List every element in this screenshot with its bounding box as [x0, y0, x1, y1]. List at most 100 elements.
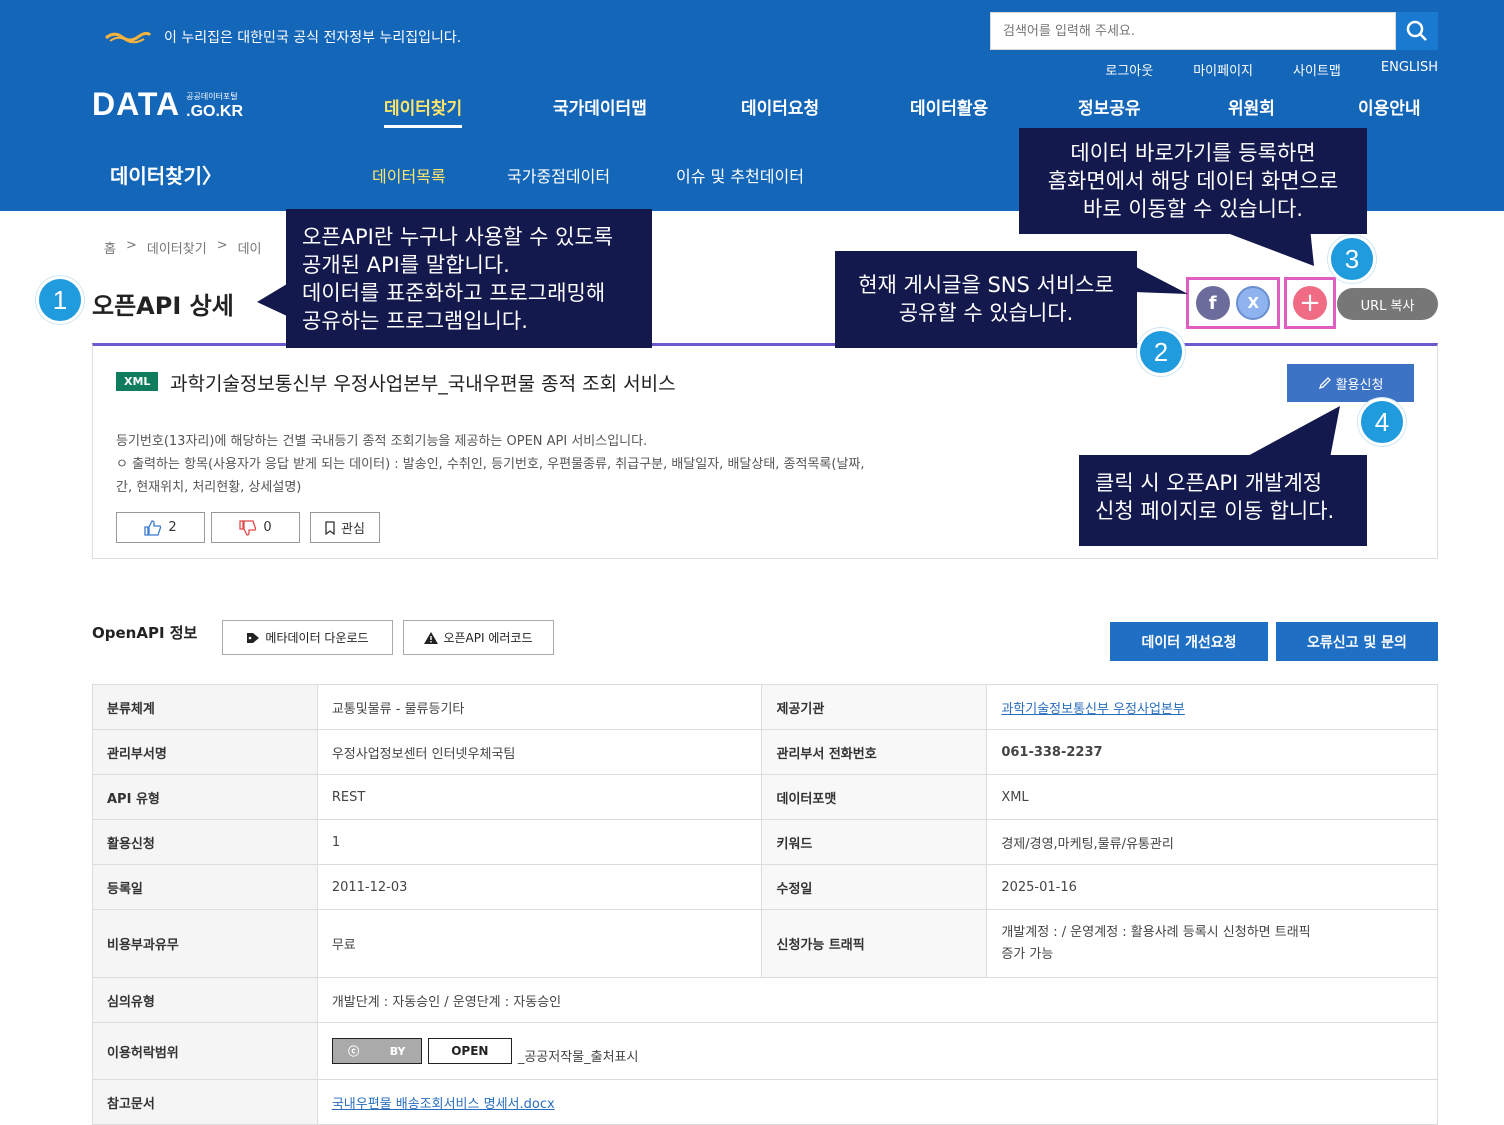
reference-doc-link[interactable]: 국내우편물 배송조회서비스 명세서.docx [332, 1097, 555, 1112]
sitemap-link[interactable]: 사이트맵 [1293, 60, 1341, 79]
facebook-share-button[interactable]: f [1195, 286, 1230, 320]
page-title: 오픈API 상세 [92, 292, 234, 320]
utility-links: 로그아웃 마이페이지 사이트맵 ENGLISH [1065, 60, 1438, 79]
table-row: 참고문서 국내우편물 배송조회서비스 명세서.docx [92, 1079, 1439, 1125]
table-row: 심의유형 개발단계 : 자동승인 / 운영단계 : 자동승인 [92, 977, 1439, 1023]
cc-license-icon: ⓒ BY [331, 1038, 422, 1064]
apply-label: 활용신청 [1335, 377, 1384, 393]
search-box [990, 12, 1396, 50]
pencil-icon [1318, 377, 1331, 390]
callout-line: 클릭 시 오픈API 개발계정 [1095, 471, 1323, 495]
metadata-download-button[interactable]: 메타데이터 다운로드 [222, 620, 393, 655]
table-row: 비용부과유무 무료 신청가능 트래픽 개발계정 : / 운영계정 : 활용사례 … [92, 909, 1438, 978]
search-input[interactable] [991, 13, 1395, 49]
table-header-cell: 활용신청 [92, 819, 318, 865]
table-header-cell: 키워드 [761, 819, 988, 865]
table-row: 이용허락범위 ⓒ BY OPEN _공공저작물_출처표시 [92, 1022, 1439, 1080]
table-row: 등록일 2011-12-03 수정일 2025-01-16 [92, 864, 1438, 910]
table-cell: 무료 [316, 909, 763, 978]
callout-sns: 현재 게시글을 SNS 서비스로 공유할 수 있습니다. [835, 251, 1137, 348]
like-count: 2 [168, 520, 177, 535]
error-report-button[interactable]: 오류신고 및 문의 [1276, 622, 1438, 661]
nav-national-data-map[interactable]: 국가데이터맵 [553, 94, 647, 119]
table-cell: 경제/경영,마케팅,물류/유통관리 [986, 819, 1438, 865]
provider-link[interactable]: 과학기술정보통신부 우정사업본부 [1001, 702, 1185, 717]
section-title: 데이터찾기〉 [110, 164, 222, 188]
callout-line: 공유하는 프로그램입니다. [302, 309, 528, 333]
gov-notice-text: 이 누리집은 대한민국 공식 전자정부 누리집입니다. [164, 30, 462, 46]
callout-openapi: 오픈API란 누구나 사용할 수 있도록 공개된 API를 말합니다. 데이터를… [286, 209, 652, 348]
table-header-cell: 데이터포맷 [761, 774, 988, 820]
search-icon [1406, 20, 1427, 41]
table-cell: 우정사업정보센터 인터넷우체국팀 [316, 729, 763, 775]
mypage-link[interactable]: 마이페이지 [1193, 60, 1253, 79]
search-button[interactable] [1396, 12, 1438, 50]
breadcrumb-home[interactable]: 홈 [104, 238, 116, 257]
cc-mark-icon: ⓒ [348, 1045, 360, 1058]
table-row: 관리부서명 우정사업정보센터 인터넷우체국팀 관리부서 전화번호 061-338… [92, 729, 1438, 775]
sns-share-group: f X [1186, 277, 1280, 329]
english-link[interactable]: ENGLISH [1381, 60, 1438, 79]
breadcrumb-current[interactable]: 데이 [238, 238, 262, 257]
subnav-issue-recommend[interactable]: 이슈 및 추천데이터 [676, 163, 804, 187]
error-code-button[interactable]: 오픈API 에러코드 [403, 620, 554, 655]
callout-shortcut: 데이터 바로가기를 등록하면 홈화면에서 해당 데이터 화면으로 바로 이동할 … [1019, 128, 1367, 234]
url-copy-button[interactable]: URL 복사 [1337, 288, 1438, 320]
desc-line: ㅇ 출력하는 항목(사용자가 응답 받게 되는 데이터) : 발송인, 수취인,… [116, 457, 865, 472]
plus-icon: + [1299, 288, 1321, 318]
marker-3: 3 [1328, 235, 1376, 283]
subnav-national-key-data[interactable]: 국가중점데이터 [507, 163, 610, 187]
gov-notice: 이 누리집은 대한민국 공식 전자정부 누리집입니다. [104, 27, 461, 47]
subnav-data-list[interactable]: 데이터목록 [372, 163, 446, 187]
table-header-cell: 이용허락범위 [92, 1022, 318, 1080]
add-shortcut-button[interactable]: + [1293, 286, 1327, 320]
table-cell: 개발단계 : 자동승인 / 운영단계 : 자동승인 [316, 977, 1439, 1023]
callout-2-arrow [1134, 266, 1188, 294]
marker-1: 1 [36, 276, 84, 324]
table-row: 활용신청 1 키워드 경제/경영,마케팅,물류/유통관리 [92, 819, 1438, 865]
breadcrumb-find-data[interactable]: 데이터찾기 [147, 238, 207, 257]
callout-line: 공개된 API를 말합니다. [302, 253, 510, 277]
like-button[interactable]: 2 [116, 512, 205, 543]
bookmark-icon [325, 520, 335, 535]
nav-info-share[interactable]: 정보공유 [1078, 94, 1141, 119]
table-header-cell: 등록일 [92, 864, 318, 910]
callout-line: 공유할 수 있습니다. [898, 301, 1074, 325]
table-header-cell: 비용부과유무 [92, 909, 318, 978]
table-cell: 과학기술정보통신부 우정사업본부 [986, 684, 1438, 730]
callout-line: 데이터 바로가기를 등록하면 [1070, 141, 1316, 165]
warning-icon [424, 631, 439, 644]
metadata-download-label: 메타데이터 다운로드 [265, 631, 369, 645]
breadcrumb-sep-icon: > [216, 238, 228, 253]
table-header-cell: 신청가능 트래픽 [761, 909, 988, 978]
table-header-cell: 분류체계 [92, 684, 318, 730]
nav-committee[interactable]: 위원회 [1228, 94, 1275, 119]
nav-guide[interactable]: 이용안내 [1358, 94, 1421, 119]
nav-data-request[interactable]: 데이터요청 [741, 94, 819, 119]
table-cell: 국내우편물 배송조회서비스 명세서.docx [316, 1079, 1439, 1125]
apply-button[interactable]: 활용신청 [1287, 364, 1414, 402]
marker-2: 2 [1137, 328, 1185, 376]
table-cell: REST [316, 774, 763, 820]
dislike-button[interactable]: 0 [211, 512, 300, 543]
x-icon: X [1247, 294, 1260, 312]
traffic-line: 증가 가능 [1001, 946, 1054, 962]
nav-data-usage[interactable]: 데이터활용 [910, 94, 988, 119]
gov-emblem-icon [104, 29, 152, 45]
table-row: 분류체계 교통및물류 - 물류등기타 제공기관 과학기술정보통신부 우정사업본부 [92, 684, 1438, 730]
kogl-license-icon: OPEN [427, 1038, 512, 1064]
nav-find-data[interactable]: 데이터찾기 [384, 94, 463, 128]
table-header-cell: 수정일 [761, 864, 988, 910]
cc-by-text: BY [389, 1044, 406, 1058]
x-share-button[interactable]: X [1236, 286, 1271, 320]
breadcrumb-sep-icon: > [125, 238, 137, 253]
data-improve-request-button[interactable]: 데이터 개선요청 [1110, 622, 1268, 661]
table-header-cell: 심의유형 [92, 977, 318, 1023]
error-code-label: 오픈API 에러코드 [443, 631, 533, 645]
table-header-cell: API 유형 [92, 774, 318, 820]
logout-link[interactable]: 로그아웃 [1105, 60, 1153, 79]
table-row: API 유형 REST 데이터포맷 XML [92, 774, 1438, 820]
openapi-info-label: OpenAPI 정보 [92, 624, 198, 642]
interest-button[interactable]: 관심 [310, 512, 380, 543]
main-nav: 데이터찾기 국가데이터맵 데이터요청 데이터활용 정보공유 위원회 이용안내 [0, 94, 1504, 128]
